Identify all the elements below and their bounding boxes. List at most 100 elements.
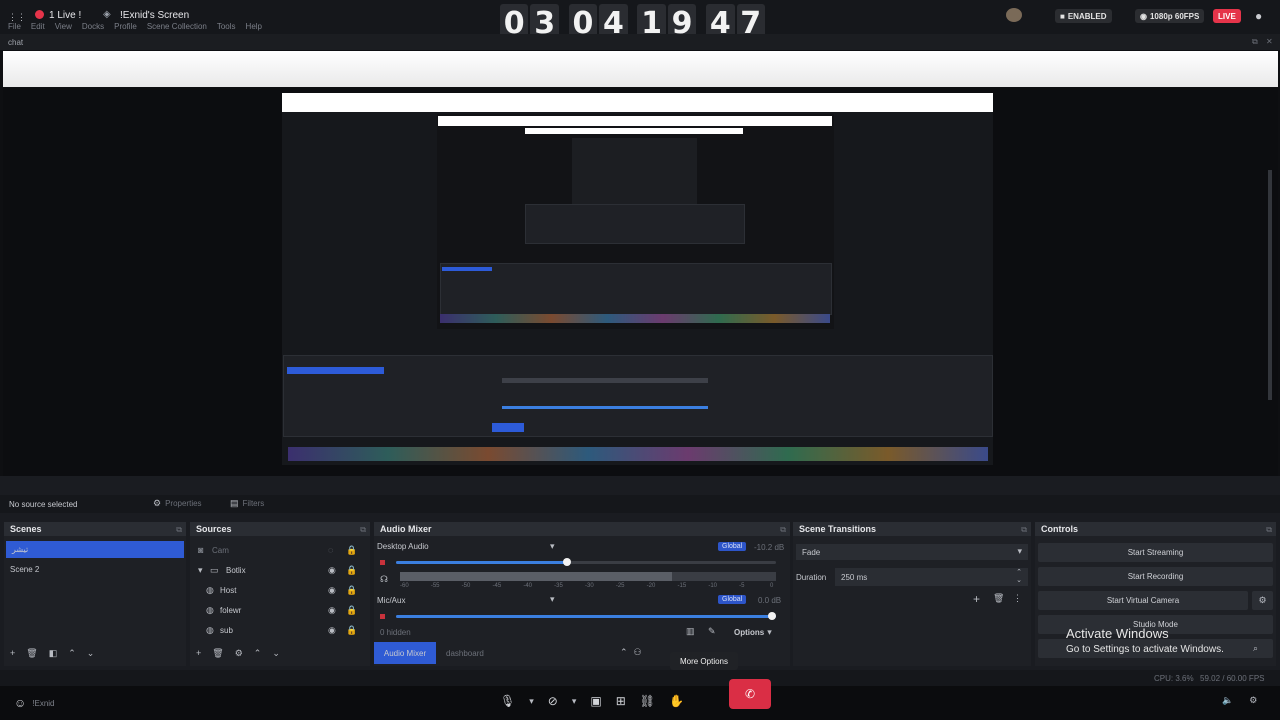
- hidden-count[interactable]: 0 hidden: [380, 628, 411, 637]
- float-icon[interactable]: ⧉: [1252, 37, 1258, 47]
- add-icon[interactable]: +: [973, 593, 980, 605]
- people-icon[interactable]: ⚇: [634, 648, 642, 657]
- start-virtual-camera-button[interactable]: Start Virtual Camera: [1038, 591, 1248, 610]
- eye-hidden-icon[interactable]: ◌: [328, 546, 333, 555]
- chevron-down-icon[interactable]: ▾: [550, 595, 555, 604]
- arrow-up-icon[interactable]: ⌃: [68, 649, 76, 658]
- menu-scene-collection[interactable]: Scene Collection: [147, 22, 207, 31]
- transition-select[interactable]: Fade ▾: [796, 544, 1028, 560]
- add-icon[interactable]: +: [10, 649, 15, 658]
- mic-volume-knob[interactable]: [768, 612, 776, 620]
- desktop-volume-fill: [396, 561, 567, 564]
- enabled-badge: ■ ENABLED: [1055, 9, 1112, 23]
- lock-icon[interactable]: 🔒: [346, 566, 357, 575]
- microphone-icon[interactable]: 🎙: [500, 694, 515, 708]
- arrow-up-icon[interactable]: ⌃: [254, 649, 262, 658]
- desktop-volume-slider[interactable]: [396, 558, 776, 566]
- chat-bubble-icon[interactable]: ●: [1255, 9, 1262, 23]
- dock-float-icon[interactable]: ⧉: [360, 525, 366, 535]
- lock-icon[interactable]: 🔒: [346, 626, 357, 635]
- lock-icon[interactable]: 🔒: [346, 606, 357, 615]
- meter-scale-tick: -20: [646, 583, 656, 589]
- start-streaming-button[interactable]: Start Streaming: [1038, 543, 1273, 562]
- menu-edit[interactable]: Edit: [31, 22, 45, 31]
- mute-indicator[interactable]: [380, 614, 385, 619]
- scene-item[interactable]: Scene 2: [10, 565, 39, 574]
- more-options-icon[interactable]: ✋: [669, 694, 684, 708]
- disconnect-button[interactable]: ✆: [729, 679, 771, 709]
- stepper-down-icon[interactable]: ⌄: [1016, 577, 1022, 584]
- activities-icon[interactable]: ⊞: [616, 694, 626, 708]
- screen-share-icon[interactable]: ▣: [590, 694, 601, 708]
- mute-indicator[interactable]: [380, 560, 385, 565]
- global-badge[interactable]: Global: [718, 595, 747, 604]
- wrench-icon[interactable]: ✎: [708, 627, 716, 636]
- arrow-down-icon[interactable]: ⌄: [87, 649, 95, 658]
- add-icon[interactable]: +: [196, 649, 201, 658]
- source-item[interactable]: ◍ folewr ◉ 🔒: [194, 604, 366, 618]
- arrow-down-icon[interactable]: ⌄: [272, 649, 280, 658]
- settings-icon[interactable]: ⚙: [1249, 696, 1257, 705]
- menu-tools[interactable]: Tools: [217, 22, 236, 31]
- gear-icon[interactable]: ⚙: [235, 649, 243, 658]
- dock-float-icon[interactable]: ⧉: [176, 525, 182, 535]
- chevron-down-icon[interactable]: ▾: [572, 696, 577, 706]
- source-item[interactable]: ▾ ▭ Botlix ◉ 🔒: [194, 564, 366, 578]
- start-recording-button[interactable]: Start Recording: [1038, 567, 1273, 586]
- eye-icon[interactable]: ◉: [328, 606, 336, 615]
- speaker-icon[interactable]: 🔈: [1222, 696, 1233, 705]
- nested-scene-selected: [442, 267, 492, 271]
- chevron-up-icon[interactable]: ⌃: [620, 648, 628, 657]
- trash-icon[interactable]: 🗑: [993, 594, 1004, 603]
- tab-audio-mixer[interactable]: Audio Mixer: [374, 642, 436, 664]
- chevron-down-icon[interactable]: ▾: [550, 542, 555, 551]
- chevron-down-icon[interactable]: ▾: [198, 566, 203, 575]
- options-button[interactable]: Options ▾: [734, 628, 772, 638]
- virtual-camera-settings-button[interactable]: ⚙: [1252, 591, 1273, 610]
- camera-off-icon[interactable]: ⊘: [548, 694, 558, 708]
- dock-float-icon[interactable]: ⧉: [1021, 525, 1027, 535]
- dock-float-icon[interactable]: ⧉: [780, 525, 786, 535]
- user-area[interactable]: ☺ !Exnid: [14, 696, 55, 710]
- search-icon[interactable]: ⌕: [1253, 644, 1258, 653]
- menu-file[interactable]: File: [8, 22, 21, 31]
- desktop-volume-knob[interactable]: [563, 558, 571, 566]
- global-badge[interactable]: Global: [718, 542, 747, 551]
- menu-help[interactable]: Help: [246, 22, 262, 31]
- source-item[interactable]: ◍ sub ◉ 🔒: [194, 624, 366, 638]
- tooltip-text: More Options: [679, 656, 729, 666]
- source-item[interactable]: ◙ Cam ◌ 🔒: [194, 544, 366, 558]
- filters-button[interactable]: ▤ Filters: [230, 499, 264, 509]
- lock-icon[interactable]: 🔒: [346, 586, 357, 595]
- nested-taskbar: [288, 447, 988, 461]
- preview-right-scrollbar[interactable]: [1268, 170, 1272, 400]
- avatar[interactable]: [1006, 8, 1022, 22]
- scene-item[interactable]: تيشر: [6, 541, 184, 558]
- headphones-icon[interactable]: ☊: [380, 575, 388, 584]
- source-item[interactable]: ◍ Host ◉ 🔒: [194, 584, 366, 598]
- tab-dashboard[interactable]: dashboard: [446, 649, 484, 658]
- properties-button[interactable]: ⚙ Properties: [153, 499, 202, 509]
- lock-icon[interactable]: 🔒: [346, 546, 357, 555]
- eye-icon[interactable]: ◉: [328, 586, 336, 595]
- trash-icon[interactable]: 🗑: [212, 649, 223, 658]
- menu-view[interactable]: View: [55, 22, 72, 31]
- eye-icon[interactable]: ◉: [328, 566, 336, 575]
- activate-windows-watermark: Activate Windows Go to Settings to activ…: [1066, 626, 1224, 655]
- menu-docks[interactable]: Docks: [82, 22, 104, 31]
- close-icon[interactable]: ✕: [1266, 37, 1273, 46]
- trash-icon[interactable]: 🗑: [26, 649, 37, 658]
- layout-icon[interactable]: ▥: [686, 627, 695, 636]
- stepper-up-icon[interactable]: ⌃: [1016, 569, 1022, 576]
- eye-icon[interactable]: ◉: [328, 626, 336, 635]
- meter-scale-tick: -55: [430, 583, 440, 589]
- dock-float-icon[interactable]: ⧉: [1266, 525, 1272, 535]
- menu-profile[interactable]: Profile: [114, 22, 137, 31]
- grid-icon[interactable]: ⋮⋮: [8, 12, 26, 22]
- duration-input[interactable]: 250 ms ⌃ ⌄: [835, 568, 1028, 586]
- link-icon[interactable]: ⛓: [640, 694, 655, 708]
- more-vertical-icon[interactable]: ⋮: [1013, 594, 1022, 603]
- mic-volume-slider[interactable]: [396, 612, 776, 620]
- chevron-down-icon[interactable]: ▾: [529, 696, 534, 706]
- filter-icon[interactable]: ◧: [49, 649, 58, 658]
